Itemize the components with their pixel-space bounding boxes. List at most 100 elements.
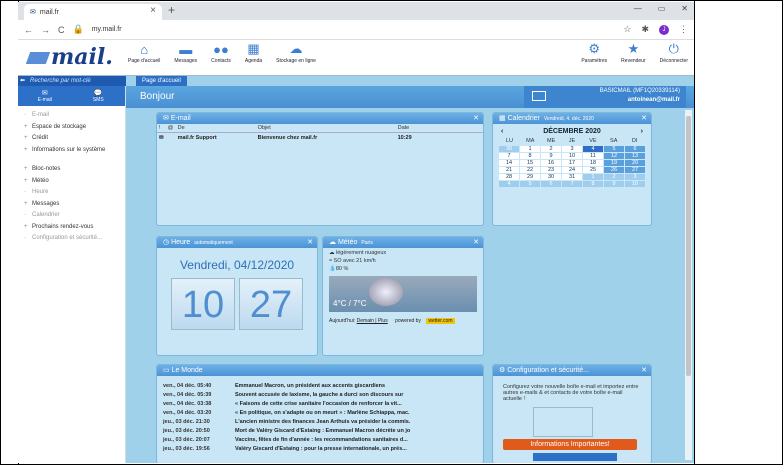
calendar-day[interactable]: 31 [562, 174, 582, 180]
sidebar-item-weather[interactable]: + Météo [18, 176, 125, 188]
sidebar-item-notepad[interactable]: + Bloc-notes [18, 164, 125, 176]
calendar-day[interactable]: 23 [541, 167, 561, 173]
col-priority[interactable]: ! [157, 124, 166, 133]
calendar-day[interactable]: 7 [499, 153, 519, 159]
profile-avatar[interactable]: J [659, 24, 669, 35]
calendar-day[interactable]: 17 [562, 160, 582, 166]
weather-links[interactable]: Demain | Plus [357, 318, 388, 324]
news-headline[interactable]: Vaccins, fêtes de fin d'année : les reco… [235, 436, 477, 445]
reload-icon[interactable]: C [58, 25, 65, 35]
sidebar-tab-email[interactable]: ✉ E-mail [18, 86, 72, 106]
nav-logout[interactable]: ⏻ Déconnecter [660, 41, 688, 64]
calendar-day[interactable]: 6 [541, 181, 561, 187]
close-icon[interactable]: ✕ [641, 113, 647, 124]
calendar-day[interactable]: 22 [520, 167, 540, 173]
news-headline[interactable]: Valéry Giscard d'Estaing : pour la press… [235, 445, 477, 454]
sidebar-item-config[interactable]: · Configuration et sécurité... [18, 233, 125, 245]
news-headline[interactable]: « Faisons de cette crise sanitaire l'occ… [235, 400, 477, 409]
sidebar-item-appointments[interactable]: + Prochains rendez-vous [18, 222, 125, 234]
calendar-day[interactable]: 1 [583, 174, 603, 180]
scrollbar-thumb[interactable] [686, 116, 691, 376]
calendar-day[interactable]: 5 [604, 146, 624, 152]
sidebar-item-email[interactable]: · E-mail [18, 110, 125, 122]
nav-contacts[interactable]: ●● Contacts [211, 42, 231, 65]
forward-icon[interactable]: → [41, 25, 50, 35]
extensions-icon[interactable]: ✱ [641, 24, 649, 35]
important-info-button[interactable]: Informations Importantes! [503, 439, 637, 450]
url-field[interactable]: my.mail.fr [92, 26, 122, 33]
news-headline[interactable]: L'ancien ministre des finances Jean Arth… [235, 418, 477, 427]
calendar-day[interactable]: 30 [541, 174, 561, 180]
news-headline[interactable]: « En politique, on s'adapte ou on meurt … [235, 409, 477, 418]
calendar-day[interactable]: 20 [625, 160, 645, 166]
maximize-button[interactable]: ▭ [658, 4, 666, 13]
table-row[interactable]: ✉ mail.fr Support Bienvenue chez mail.fr… [157, 133, 483, 144]
col-attachment[interactable]: @ [165, 124, 176, 133]
list-item[interactable]: ven., 04 déc. 05:40 Emmanuel Macron, un p… [163, 382, 477, 391]
sidebar-item-system-info[interactable]: + Informations sur le système [18, 145, 125, 157]
calendar-day[interactable]: 14 [499, 160, 519, 166]
main-scrollbar[interactable] [685, 110, 692, 460]
list-item[interactable]: jeu., 03 déc. 19:56 Valéry Giscard d'Esta… [163, 445, 477, 454]
calendar-day[interactable]: 18 [583, 160, 603, 166]
calendar-day[interactable]: 3 [625, 174, 645, 180]
nav-storage[interactable]: ☁ Stockage en ligne [276, 41, 316, 64]
menu-icon[interactable]: ⋮ [679, 24, 688, 35]
list-item[interactable]: ven., 04 déc. 05:39 Souvent accusée de la… [163, 391, 477, 400]
config-action-button[interactable] [533, 453, 617, 461]
news-headline[interactable]: Mort de Valéry Giscard d'Estaing : Emman… [235, 427, 477, 436]
calendar-day[interactable]: 7 [562, 181, 582, 187]
nav-reseller[interactable]: ★ Revendeur [621, 41, 645, 64]
mail-logo[interactable]: mail. [25, 44, 113, 70]
calendar-day[interactable]: 16 [541, 160, 561, 166]
news-headline[interactable]: Emmanuel Macron, un président aux accent… [235, 382, 477, 391]
close-icon[interactable]: ✕ [307, 237, 313, 248]
close-icon[interactable]: ✕ [473, 237, 479, 248]
calendar-day[interactable]: 27 [625, 167, 645, 173]
list-item[interactable]: ven., 04 déc. 03:38 « Faisons de cette cr… [163, 400, 477, 409]
col-from[interactable]: De [175, 124, 256, 133]
calendar-day[interactable]: 2 [604, 174, 624, 180]
next-month-icon[interactable]: › [641, 128, 643, 135]
calendar-day[interactable]: 26 [604, 167, 624, 173]
calendar-day[interactable]: 25 [583, 167, 603, 173]
calendar-day[interactable]: 4 [583, 146, 603, 152]
list-item[interactable]: jeu., 03 déc. 21:30 L'ancien ministre des… [163, 418, 477, 427]
calendar-day[interactable]: 24 [562, 167, 582, 173]
weather-brand-logo[interactable]: wetter.com [426, 318, 455, 324]
calendar-day[interactable]: 6 [625, 146, 645, 152]
minimize-button[interactable]: — [634, 4, 642, 13]
bookmark-star-icon[interactable]: ☆ [623, 24, 631, 35]
tab-close-icon[interactable]: × [150, 5, 156, 16]
nav-messages[interactable]: ▬ Messages [174, 42, 197, 65]
calendar-day[interactable]: 29 [520, 174, 540, 180]
calendar-day[interactable]: 11 [583, 153, 603, 159]
calendar-day[interactable]: 8 [583, 181, 603, 187]
sidebar-item-messages[interactable]: + Messages [18, 199, 125, 211]
calendar-day[interactable]: 3 [562, 146, 582, 152]
sidebar-tab-sms[interactable]: 💬 SMS [72, 86, 126, 106]
calendar-day[interactable]: 28 [499, 174, 519, 180]
calendar-day[interactable]: 9 [541, 153, 561, 159]
close-icon[interactable]: ✕ [641, 365, 647, 376]
account-box[interactable]: BASICMAIL (MF1Q20339114) antoinean@mail.… [524, 86, 686, 108]
calendar-day[interactable]: 2 [541, 146, 561, 152]
calendar-day[interactable]: 10 [625, 181, 645, 187]
list-item[interactable]: ven., 04 déc. 03:20 « En politique, on s'… [163, 409, 477, 418]
col-date[interactable]: Date [395, 124, 483, 133]
sidebar-item-credit[interactable]: + Crédit [18, 133, 125, 145]
nav-agenda[interactable]: ▦ Agenda [245, 41, 262, 64]
calendar-day[interactable]: 13 [625, 153, 645, 159]
browser-tab[interactable]: ✉ mail.fr × [24, 4, 162, 20]
calendar-day[interactable]: 30 [499, 146, 519, 152]
search-input[interactable]: ⬅ Recherche par mot-clé [18, 76, 126, 86]
calendar-day[interactable]: 4 [499, 181, 519, 187]
list-item[interactable]: jeu., 03 déc. 20:50 Mort de Valéry Giscar… [163, 427, 477, 436]
nav-home[interactable]: ⌂ Page d'accueil [128, 42, 160, 65]
calendar-day[interactable]: 12 [604, 153, 624, 159]
col-subject[interactable]: Objet [255, 124, 396, 133]
calendar-day[interactable]: 19 [604, 160, 624, 166]
back-icon[interactable]: ← [24, 25, 33, 35]
new-tab-icon[interactable]: + [168, 3, 175, 17]
sidebar-item-time[interactable]: · Heure [18, 187, 125, 199]
